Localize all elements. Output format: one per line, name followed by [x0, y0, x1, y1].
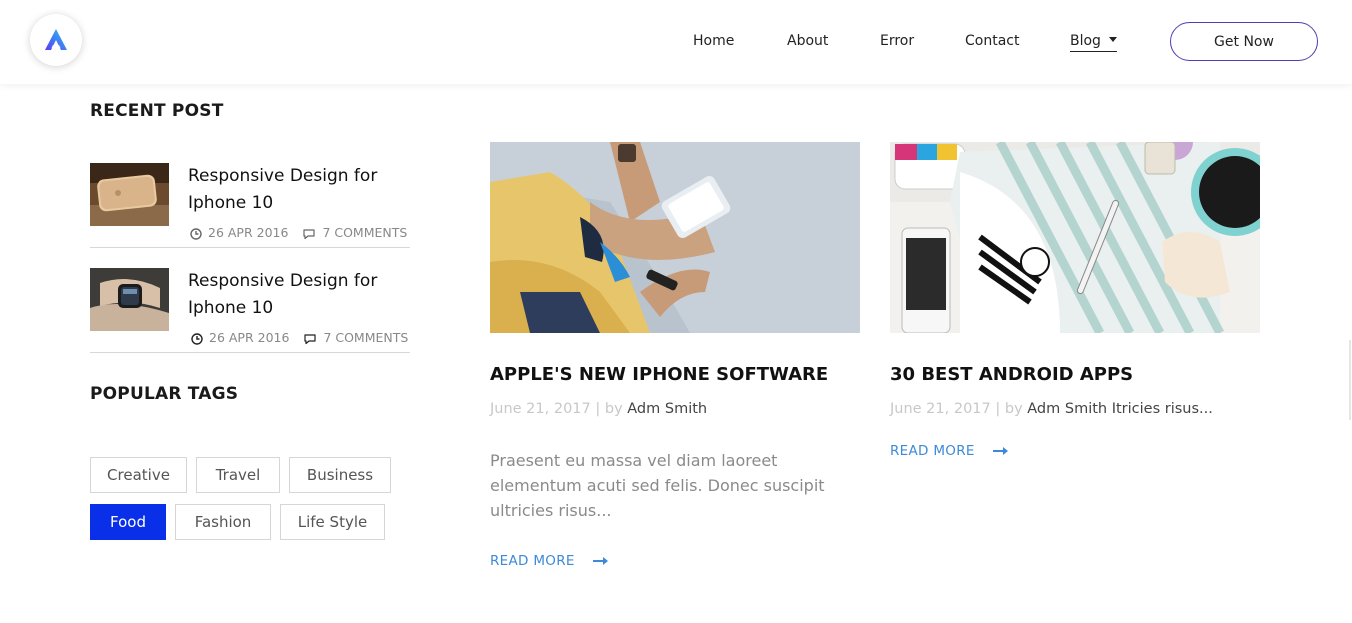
nav-error[interactable]: Error: [880, 33, 914, 49]
tag-creative[interactable]: Creative: [90, 457, 187, 493]
read-more-link[interactable]: READ MORE: [890, 443, 1009, 459]
tag-fashion[interactable]: Fashion: [175, 504, 271, 540]
recent-post-item[interactable]: Responsive Design for Iphone 10 26 APR 2…: [90, 163, 410, 248]
caret-down-icon: [1108, 36, 1117, 42]
tag-business[interactable]: Business: [289, 457, 391, 493]
scrollbar[interactable]: [1349, 340, 1351, 420]
recent-post-title[interactable]: Responsive Design for Iphone 10: [188, 163, 410, 217]
post-title[interactable]: APPLE'S NEW IPHONE SOFTWARE: [490, 364, 828, 385]
post-date: June 21, 2017: [490, 401, 591, 417]
logo-a-icon: [45, 29, 67, 50]
post-title[interactable]: 30 BEST ANDROID APPS: [890, 364, 1133, 385]
recent-post-thumbnail[interactable]: [90, 268, 169, 331]
tag-food[interactable]: Food: [90, 504, 166, 540]
read-more-link[interactable]: READ MORE: [490, 553, 609, 569]
post-author[interactable]: Adm Smith Itricies risus...: [1027, 401, 1213, 417]
popular-tags-heading: POPULAR TAGS: [90, 384, 239, 404]
post-image-android[interactable]: [890, 142, 1260, 333]
recent-post-heading: RECENT POST: [90, 101, 224, 121]
clock-icon: [191, 332, 203, 345]
site-logo[interactable]: [30, 14, 82, 66]
arrow-right-icon: [993, 447, 1009, 455]
post-by: | by: [595, 401, 623, 417]
post-by: | by: [995, 401, 1023, 417]
recent-post-item[interactable]: Responsive Design for Iphone 10 26 APR 2…: [90, 268, 410, 353]
recent-post-meta: 26 APR 2016 7 COMMENTS: [191, 330, 408, 345]
nav-blog-label: Blog: [1070, 33, 1101, 49]
post-meta: June 21, 2017 | by Adm Smith: [490, 401, 707, 417]
read-more-label: READ MORE: [890, 443, 975, 459]
post-meta: June 21, 2017 | by Adm Smith Itricies ri…: [890, 401, 1213, 417]
recent-post-comments[interactable]: 7 COMMENTS: [323, 330, 408, 345]
recent-post-title[interactable]: Responsive Design for Iphone 10: [188, 268, 410, 322]
read-more-label: READ MORE: [490, 553, 575, 569]
recent-post-thumbnail[interactable]: [90, 163, 169, 226]
clock-icon: [190, 227, 202, 240]
comment-icon: [304, 333, 317, 344]
arrow-right-icon: [593, 557, 609, 565]
post-excerpt: Praesent eu massa vel diam laoreet eleme…: [490, 451, 825, 520]
nav-home[interactable]: Home: [693, 33, 734, 49]
tag-life-style[interactable]: Life Style: [280, 504, 385, 540]
post-author[interactable]: Adm Smith: [627, 401, 707, 417]
get-now-button[interactable]: Get Now: [1170, 22, 1318, 61]
recent-post-date: 26 APR 2016: [209, 330, 290, 345]
nav-contact[interactable]: Contact: [965, 33, 1019, 49]
comment-icon: [303, 228, 316, 239]
nav-blog[interactable]: Blog: [1070, 33, 1117, 52]
recent-post-date: 26 APR 2016: [208, 225, 289, 240]
site-header: Home About Error Contact Blog Get Now: [0, 0, 1352, 84]
nav-about[interactable]: About: [787, 33, 828, 49]
post-date: June 21, 2017: [890, 401, 991, 417]
recent-post-comments[interactable]: 7 COMMENTS: [322, 225, 407, 240]
post-image-iphone[interactable]: [490, 142, 860, 333]
tag-travel[interactable]: Travel: [196, 457, 280, 493]
recent-post-meta: 26 APR 2016 7 COMMENTS: [190, 225, 407, 240]
